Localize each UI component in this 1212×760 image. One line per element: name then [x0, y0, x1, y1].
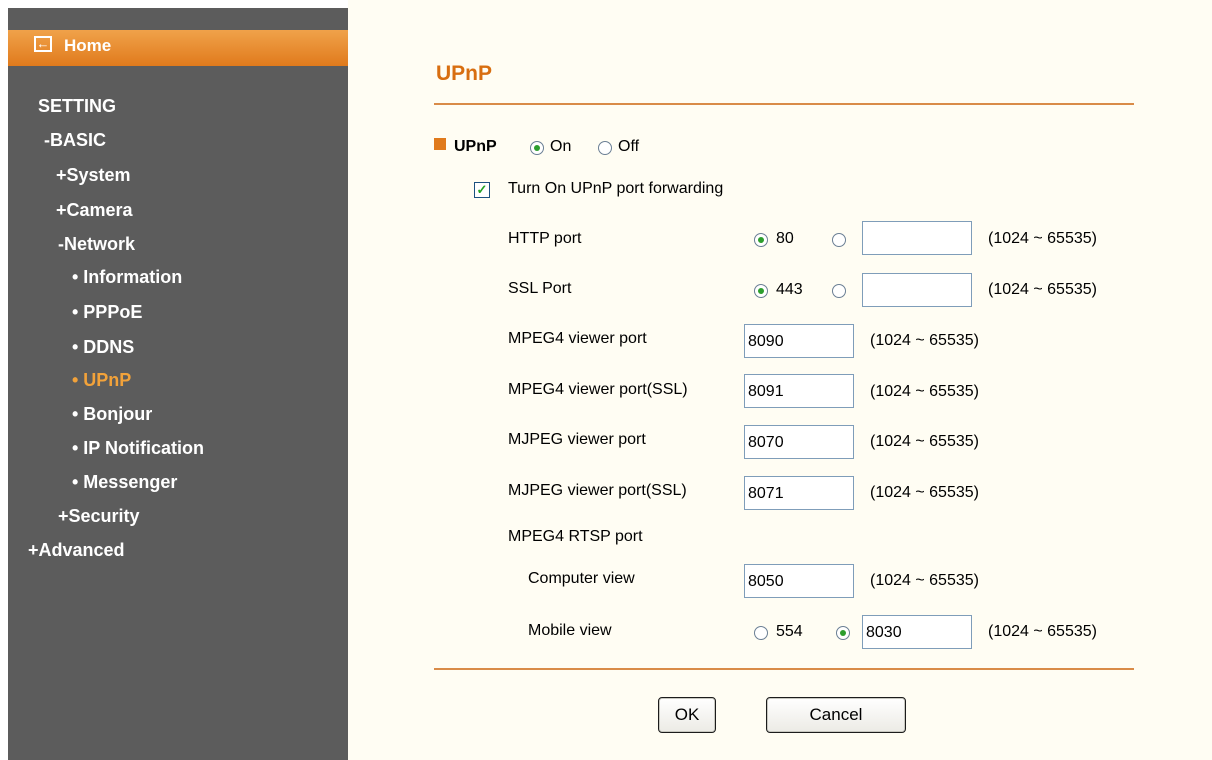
mobile-default-value: 554 — [776, 623, 803, 640]
rtsp-port-label: MPEG4 RTSP port — [508, 528, 643, 545]
nav-messenger[interactable]: • Messenger — [72, 472, 177, 493]
title-divider — [434, 103, 1134, 105]
port-forwarding-checkbox[interactable]: ✓ — [474, 182, 490, 198]
mpeg4-ssl-port-label: MPEG4 viewer port(SSL) — [508, 381, 688, 398]
mjpeg-port-label: MJPEG viewer port — [508, 431, 646, 448]
http-default-radio[interactable] — [754, 233, 768, 247]
mpeg4-ssl-range: (1024 ~ 65535) — [870, 383, 979, 400]
http-custom-radio[interactable] — [832, 233, 846, 247]
mpeg4-port-input[interactable]: 8090 — [744, 324, 854, 358]
computer-view-label: Computer view — [528, 570, 635, 587]
nav-advanced[interactable]: +Advanced — [28, 540, 125, 561]
nav-information[interactable]: • Information — [72, 267, 182, 288]
port-forwarding-label: Turn On UPnP port forwarding — [508, 180, 724, 197]
http-default-value: 80 — [776, 230, 794, 247]
mobile-default-radio[interactable] — [754, 626, 768, 640]
computer-view-input[interactable]: 8050 — [744, 564, 854, 598]
nav-bonjour[interactable]: • Bonjour — [72, 404, 152, 425]
nav-camera[interactable]: +Camera — [56, 200, 133, 221]
home-label[interactable]: Home — [64, 36, 111, 56]
main-panel: UPnP UPnP On Off ✓ Turn On UPnP port for… — [348, 0, 1212, 760]
nav-ddns[interactable]: • DDNS — [72, 337, 134, 358]
nav-network[interactable]: -Network — [58, 234, 135, 255]
ok-button[interactable]: OK — [658, 697, 716, 733]
mpeg4-ssl-port-input[interactable]: 8091 — [744, 374, 854, 408]
ssl-port-label: SSL Port — [508, 280, 572, 297]
mjpeg-ssl-range: (1024 ~ 65535) — [870, 484, 979, 501]
page-title: UPnP — [436, 62, 493, 85]
upnp-label: UPnP — [454, 138, 497, 155]
computer-view-range: (1024 ~ 65535) — [870, 572, 979, 589]
http-port-input[interactable] — [862, 221, 972, 255]
mjpeg-ssl-port-input[interactable]: 8071 — [744, 476, 854, 510]
nav-ip-notification[interactable]: • IP Notification — [72, 438, 204, 459]
nav-pppoe[interactable]: • PPPoE — [72, 302, 142, 323]
section-bullet-icon — [434, 138, 446, 150]
http-port-label: HTTP port — [508, 230, 582, 247]
upnp-on-radio[interactable] — [530, 141, 544, 155]
ssl-default-value: 443 — [776, 281, 803, 298]
upnp-off-label: Off — [618, 138, 640, 155]
mobile-view-input[interactable]: 8030 — [862, 615, 972, 649]
nav-basic[interactable]: -BASIC — [44, 130, 106, 151]
nav-system[interactable]: +System — [56, 165, 131, 186]
mjpeg-range: (1024 ~ 65535) — [870, 433, 979, 450]
cancel-button[interactable]: Cancel — [766, 697, 906, 733]
mobile-custom-radio[interactable] — [836, 626, 850, 640]
back-arrow-icon[interactable]: ← — [34, 36, 52, 52]
nav-security[interactable]: +Security — [58, 506, 140, 527]
upnp-off-radio[interactable] — [598, 141, 612, 155]
nav-upnp[interactable]: • UPnP — [72, 370, 131, 391]
ssl-port-input[interactable] — [862, 273, 972, 307]
mjpeg-port-input[interactable]: 8070 — [744, 425, 854, 459]
mpeg4-range: (1024 ~ 65535) — [870, 332, 979, 349]
ssl-default-radio[interactable] — [754, 284, 768, 298]
home-link[interactable]: ← Home — [8, 30, 348, 66]
bottom-divider — [434, 668, 1134, 670]
ssl-custom-radio[interactable] — [832, 284, 846, 298]
setting-heading: SETTING — [38, 96, 117, 116]
sidebar: ← Home SETTING -BASIC +System +Camera -N… — [8, 8, 348, 760]
mpeg4-port-label: MPEG4 viewer port — [508, 330, 647, 347]
mjpeg-ssl-port-label: MJPEG viewer port(SSL) — [508, 482, 687, 499]
http-range: (1024 ~ 65535) — [988, 230, 1097, 247]
mobile-view-range: (1024 ~ 65535) — [988, 623, 1097, 640]
ssl-range: (1024 ~ 65535) — [988, 281, 1097, 298]
upnp-on-label: On — [550, 138, 572, 155]
mobile-view-label: Mobile view — [528, 622, 612, 639]
